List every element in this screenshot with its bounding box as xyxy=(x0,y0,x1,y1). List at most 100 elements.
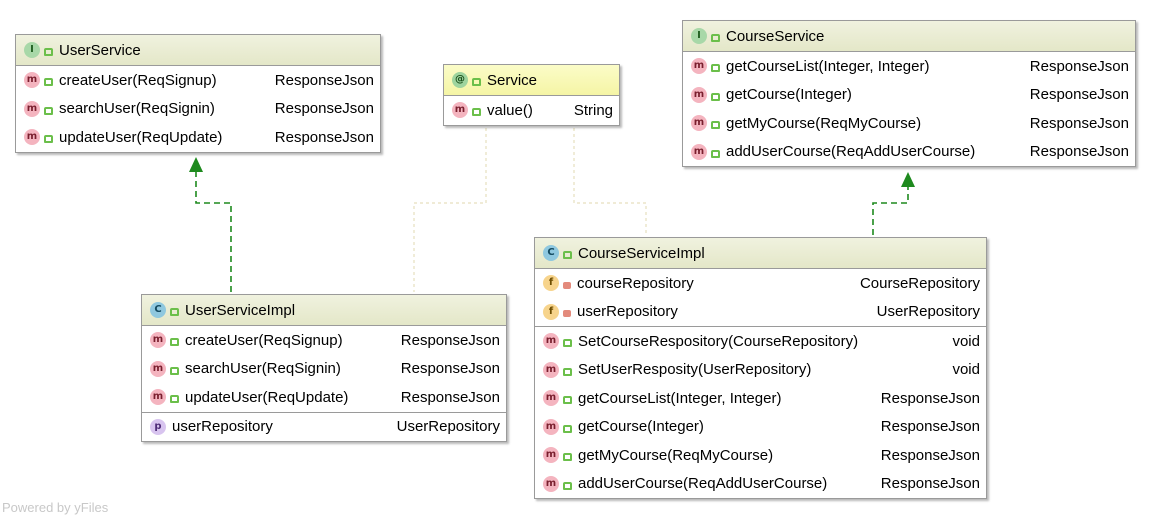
realization-edge-courseserviceimpl xyxy=(872,186,909,235)
method-icon: m xyxy=(24,100,40,117)
method-name: getMyCourse(ReqMyCourse) xyxy=(726,114,922,132)
public-lock-icon xyxy=(563,453,572,462)
field-name: userRepository xyxy=(577,303,678,321)
method-icon: m xyxy=(150,389,166,406)
userservice-interface-box[interactable]: I UserService m createUser(ReqSignup) Re… xyxy=(15,34,381,153)
method-icon: m xyxy=(150,332,166,349)
courseservice-title: CourseService xyxy=(726,27,825,45)
method-row[interactable]: m getCourse(Integer) ResponseJson xyxy=(535,413,986,442)
method-row[interactable]: m getCourseList(Integer, Integer) Respon… xyxy=(535,384,986,413)
courseserviceimpl-class-box[interactable]: C CourseServiceImpl f courseRepository C… xyxy=(534,237,987,499)
method-name: getCourse(Integer) xyxy=(726,86,852,104)
method-type: ResponseJson xyxy=(880,475,980,493)
annotation-link-userserviceimpl xyxy=(413,128,487,292)
method-row[interactable]: m getMyCourse(ReqMyCourse) ResponseJson xyxy=(683,109,1135,138)
yfiles-watermark: Powered by yFiles xyxy=(2,500,109,515)
public-lock-icon xyxy=(563,481,572,490)
public-lock-icon xyxy=(44,106,53,115)
method-type: ResponseJson xyxy=(1029,143,1129,161)
method-row[interactable]: m updateUser(ReqUpdate) ResponseJson xyxy=(16,123,380,152)
public-lock-icon xyxy=(170,395,179,404)
userservice-header: I UserService xyxy=(16,35,380,66)
method-name: SetCourseRespository(CourseRepository) xyxy=(578,332,859,350)
method-name: SetUserResposity(UserRepository) xyxy=(578,361,812,379)
method-name: getCourseList(Integer, Integer) xyxy=(726,57,930,75)
method-row[interactable]: m value() String xyxy=(444,96,619,125)
method-name: searchUser(ReqSignin) xyxy=(185,360,341,378)
private-lock-icon xyxy=(563,310,571,318)
public-lock-icon xyxy=(563,424,572,433)
method-row[interactable]: m SetCourseRespository(CourseRepository)… xyxy=(535,326,986,356)
realization-edge-userserviceimpl xyxy=(195,170,232,292)
private-lock-icon xyxy=(563,281,571,289)
interface-icon: I xyxy=(691,28,707,44)
method-row[interactable]: m createUser(ReqSignup) ResponseJson xyxy=(142,326,506,355)
method-row[interactable]: m updateUser(ReqUpdate) ResponseJson xyxy=(142,383,506,412)
method-name: getCourse(Integer) xyxy=(578,418,704,436)
method-icon: m xyxy=(24,72,40,89)
public-lock-icon xyxy=(711,64,720,73)
realization-arrowhead-courseservice xyxy=(901,172,915,187)
interface-icon: I xyxy=(24,42,40,58)
method-type: ResponseJson xyxy=(880,389,980,407)
method-icon: m xyxy=(543,447,559,464)
public-lock-icon xyxy=(44,78,53,87)
public-lock-icon xyxy=(711,121,720,130)
method-row[interactable]: m getCourse(Integer) ResponseJson xyxy=(683,81,1135,110)
property-name: userRepository xyxy=(172,418,273,436)
field-icon: f xyxy=(543,303,559,320)
method-type: ResponseJson xyxy=(880,418,980,436)
method-row[interactable]: m addUserCourse(ReqAddUserCourse) Respon… xyxy=(683,138,1135,167)
public-lock-icon xyxy=(563,339,572,348)
method-name: value() xyxy=(487,101,533,119)
method-type: ResponseJson xyxy=(880,446,980,464)
method-row[interactable]: m searchUser(ReqSignin) ResponseJson xyxy=(142,355,506,384)
method-type: ResponseJson xyxy=(1029,114,1129,132)
method-icon: m xyxy=(543,418,559,435)
public-lock-icon xyxy=(711,92,720,101)
public-lock-icon xyxy=(472,78,481,86)
method-type: ResponseJson xyxy=(400,388,500,406)
method-type: ResponseJson xyxy=(274,100,374,118)
method-name: createUser(ReqSignup) xyxy=(185,331,343,349)
method-name: updateUser(ReqUpdate) xyxy=(59,128,223,146)
method-row[interactable]: m createUser(ReqSignup) ResponseJson xyxy=(16,66,380,95)
public-lock-icon xyxy=(563,396,572,405)
method-name: addUserCourse(ReqAddUserCourse) xyxy=(578,475,828,493)
method-icon: m xyxy=(543,333,559,350)
userserviceimpl-class-box[interactable]: C UserServiceImpl m createUser(ReqSignup… xyxy=(141,294,507,442)
public-lock-icon xyxy=(44,135,53,144)
method-icon: m xyxy=(691,143,707,160)
annotation-link-courseserviceimpl xyxy=(573,128,647,235)
method-type: ResponseJson xyxy=(274,128,374,146)
method-type: void xyxy=(952,361,980,379)
method-icon: m xyxy=(543,475,559,492)
public-lock-icon xyxy=(170,338,179,347)
public-lock-icon xyxy=(170,308,179,316)
field-row[interactable]: f userRepository UserRepository xyxy=(535,298,986,327)
method-icon: m xyxy=(150,360,166,377)
field-name: courseRepository xyxy=(577,274,694,292)
method-row[interactable]: m searchUser(ReqSignin) ResponseJson xyxy=(16,95,380,124)
method-row[interactable]: m getMyCourse(ReqMyCourse) ResponseJson xyxy=(535,441,986,470)
method-row[interactable]: m SetUserResposity(UserRepository) void xyxy=(535,356,986,385)
method-type: ResponseJson xyxy=(400,360,500,378)
field-row[interactable]: f courseRepository CourseRepository xyxy=(535,269,986,298)
class-icon: C xyxy=(150,302,166,318)
public-lock-icon xyxy=(563,367,572,376)
method-name: updateUser(ReqUpdate) xyxy=(185,388,349,406)
method-icon: m xyxy=(543,361,559,378)
method-type: ResponseJson xyxy=(274,71,374,89)
method-name: getMyCourse(ReqMyCourse) xyxy=(578,446,774,464)
public-lock-icon xyxy=(472,108,481,117)
property-icon: p xyxy=(150,418,166,435)
method-icon: m xyxy=(452,102,468,119)
service-annotation-box[interactable]: @ Service m value() String xyxy=(443,64,620,126)
service-title: Service xyxy=(487,71,538,89)
method-icon: m xyxy=(24,129,40,146)
method-row[interactable]: m getCourseList(Integer, Integer) Respon… xyxy=(683,52,1135,81)
courseservice-interface-box[interactable]: I CourseService m getCourseList(Integer,… xyxy=(682,20,1136,167)
property-row[interactable]: p userRepository UserRepository xyxy=(142,411,506,442)
method-row[interactable]: m addUserCourse(ReqAddUserCourse) Respon… xyxy=(535,470,986,499)
method-icon: m xyxy=(543,390,559,407)
